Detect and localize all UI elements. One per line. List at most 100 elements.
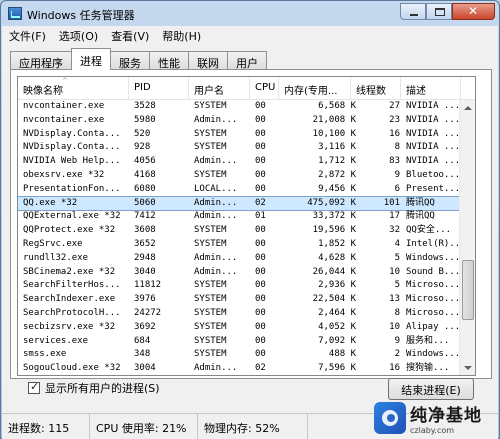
scroll-up-arrow-icon[interactable]	[460, 100, 475, 116]
watermark-logo-icon	[374, 402, 406, 434]
tab-users[interactable]: 用户	[227, 51, 267, 70]
table-row[interactable]: nvcontainer.exe 5980 Admin... 00 21,008 K 23 N…	[18, 114, 461, 128]
tab-performance[interactable]: 性能	[149, 51, 189, 70]
column-description[interactable]: 描述	[401, 77, 461, 100]
cell-pid: 7412	[134, 211, 156, 222]
table-row[interactable]: NVIDIA Web Help... 4056 Admin... 00 1,712 K 8…	[18, 155, 461, 169]
maximize-button[interactable]	[426, 3, 452, 20]
watermark-url: czlaby.com	[410, 426, 455, 435]
cell-username: SYSTEM	[194, 294, 227, 305]
cell-threads: 4	[394, 238, 400, 249]
cell-cpu: 00	[255, 128, 266, 139]
tab-services[interactable]: 服务	[110, 51, 150, 70]
table-row[interactable]: PresentationFon... 6080 LOCAL... 00 9,456 K 6…	[18, 183, 461, 197]
cell-memory: 4,628 K	[318, 252, 356, 263]
minimize-icon	[410, 14, 418, 16]
cell-description: 腾讯QQ	[406, 197, 435, 208]
cell-memory: 33,372 K	[312, 211, 356, 222]
vertical-scrollbar[interactable]	[459, 100, 475, 375]
cell-threads: 23	[389, 114, 400, 125]
minimize-button[interactable]	[400, 3, 426, 20]
cell-pid: 684	[134, 335, 151, 346]
cell-pid: 3608	[134, 225, 156, 236]
menu-help[interactable]: 帮助(H)	[155, 26, 207, 43]
checkbox-checked-icon[interactable]	[28, 380, 40, 394]
table-row[interactable]: SearchFilterHos... 11812 SYSTEM 00 2,936 K 5M…	[18, 279, 461, 293]
scroll-thumb[interactable]	[462, 260, 474, 320]
cell-image-name: SBCinema2.exe *32	[23, 266, 116, 277]
show-all-users-checkbox[interactable]: 显示所有用户的进程(S)	[28, 380, 160, 396]
cell-pid: 11812	[134, 280, 162, 291]
column-memory[interactable]: 内存(专用...	[279, 77, 351, 100]
column-username[interactable]: 用户名	[189, 77, 250, 100]
cell-username: SYSTEM	[194, 280, 227, 291]
table-row[interactable]: nvcontainer.exe 3528 SYSTEM 00 6,568 K 27 NVID…	[18, 100, 461, 114]
tab-applications[interactable]: 应用程序	[10, 51, 72, 70]
process-rows: nvcontainer.exe 3528 SYSTEM 00 6,568 K 27 NVID…	[18, 100, 462, 375]
cell-threads: 8	[394, 142, 400, 153]
cell-memory: 475,092 K	[307, 197, 356, 208]
cell-memory: 2,872 K	[318, 169, 356, 180]
close-button[interactable]: ✕	[452, 3, 495, 20]
column-cpu[interactable]: CPU	[250, 77, 279, 100]
list-header: 映像名称 ^ PID 用户名 CPU 内存(专用... 线程数 描述	[18, 77, 475, 100]
table-row[interactable]: secbizsrv.exe *32 3692 SYSTEM 00 4,052 K 10 Al…	[18, 321, 461, 335]
table-row[interactable]: SBCinema2.exe *32 3040 Admin... 00 26,044 K 1…	[18, 266, 461, 280]
table-row[interactable]: rundll32.exe 2948 Admin... 00 4,628 K 5 Window…	[18, 252, 461, 266]
table-row[interactable]: NVDisplay.Conta... 928 SYSTEM 00 3,116 K 8 NVI…	[18, 141, 461, 155]
cell-description: NVIDIA ...	[406, 142, 461, 153]
tab-strip: 应用程序 进程 服务 性能 联网 用户	[10, 48, 267, 70]
menu-options[interactable]: 选项(O)	[52, 26, 104, 43]
cell-cpu: 00	[255, 335, 266, 346]
table-row[interactable]: obexsrv.exe *32 4168 SYSTEM 00 2,872 K 9 Bluet…	[18, 169, 461, 183]
cell-threads: 13	[389, 294, 400, 305]
cell-memory: 7,596 K	[318, 363, 356, 374]
cell-image-name: SearchProtocolH...	[23, 307, 121, 318]
table-row[interactable]: SearchIndexer.exe 3976 SYSTEM 00 22,504 K 13 M…	[18, 293, 461, 307]
menu-file[interactable]: 文件(F)	[2, 26, 52, 43]
cell-image-name: QQ.exe *32	[23, 197, 78, 208]
table-row[interactable]: smss.exe 348 SYSTEM 00 488 K 2 Windows...	[18, 348, 461, 362]
table-row[interactable]: QQExternal.exe *32 7412 Admin... 01 33,372 K…	[18, 210, 461, 224]
cell-description: Sound B...	[406, 266, 461, 277]
cell-memory: 22,504 K	[312, 294, 356, 305]
close-icon: ✕	[468, 4, 479, 18]
cell-pid: 6080	[134, 183, 156, 194]
cell-image-name: QQProtect.exe *32	[23, 225, 116, 236]
cell-threads: 27	[389, 101, 400, 111]
tab-processes[interactable]: 进程	[71, 48, 111, 70]
cell-image-name: obexsrv.exe *32	[23, 169, 105, 180]
table-row[interactable]: SogouCloud.exe *32 3004 Admin... 02 7,596 K 1…	[18, 362, 461, 375]
column-pid[interactable]: PID	[129, 77, 189, 100]
table-row[interactable]: SearchProtocolH... 24272 SYSTEM 00 2,464 K 8M…	[18, 307, 461, 321]
cell-threads: 10	[389, 321, 400, 332]
show-all-label: 显示所有用户的进程(S)	[45, 382, 160, 395]
cell-cpu: 00	[255, 101, 266, 111]
cell-threads: 9	[394, 335, 400, 346]
cell-pid: 520	[134, 128, 151, 139]
menu-view[interactable]: 查看(V)	[104, 26, 155, 43]
table-row[interactable]: NVDisplay.Conta... 520 SYSTEM 00 10,100 K 16 N…	[18, 128, 461, 142]
tab-networking[interactable]: 联网	[188, 51, 228, 70]
cell-image-name: PresentationFon...	[23, 183, 121, 194]
cell-threads: 9	[394, 169, 400, 180]
column-image-name[interactable]: 映像名称 ^	[18, 77, 129, 100]
cell-image-name: NVDisplay.Conta...	[23, 128, 121, 139]
table-row[interactable]: QQProtect.exe *32 3608 SYSTEM 00 19,596 K 32 Q…	[18, 224, 461, 238]
cell-pid: 2948	[134, 252, 156, 263]
cell-pid: 348	[134, 349, 151, 360]
cell-description: NVIDIA ...	[406, 114, 461, 125]
scroll-down-arrow-icon[interactable]	[460, 360, 475, 375]
cell-memory: 21,008 K	[312, 114, 356, 125]
column-threads[interactable]: 线程数	[351, 77, 401, 100]
table-row[interactable]: QQ.exe *32 5060 Admin... 02 475,092 K 101 腾讯QQ	[18, 195, 462, 212]
table-row[interactable]: RegSrvc.exe 3652 SYSTEM 00 1,852 K 4 Intel(R).…	[18, 238, 461, 252]
cell-description: NVIDIA ...	[406, 101, 461, 111]
end-process-button[interactable]: 结束进程(E)	[388, 378, 474, 400]
table-row[interactable]: services.exe 684 SYSTEM 00 7,092 K 9 服务和...	[18, 335, 461, 349]
cell-memory: 9,456 K	[318, 183, 356, 194]
cell-image-name: SogouCloud.exe *32	[23, 363, 121, 374]
title-bar[interactable]: Windows 任务管理器 ✕	[1, 1, 500, 27]
process-list[interactable]: 映像名称 ^ PID 用户名 CPU 内存(专用... 线程数 描述 nvcon…	[17, 76, 476, 376]
cell-description: Alipay ...	[406, 321, 461, 332]
